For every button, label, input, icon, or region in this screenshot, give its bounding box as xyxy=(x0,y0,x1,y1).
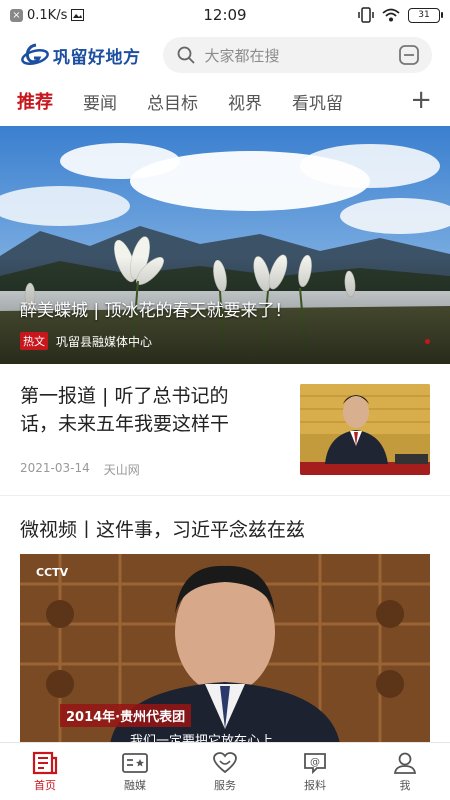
hero-source: 巩留县融媒体中心 xyxy=(56,334,153,349)
video-caption-badge: 2014年·贵州代表团 xyxy=(60,704,192,727)
status-right: 31 xyxy=(358,7,443,23)
article-date: 2021-03-14 xyxy=(20,461,90,475)
nav-service[interactable]: 服务 xyxy=(180,743,270,800)
search-icon xyxy=(177,46,194,64)
app-logo[interactable]: 巩留好地方 xyxy=(20,42,141,68)
video-player[interactable]: CCTV 2014年·贵州代表团 我们一定要把它放在心上 xyxy=(20,554,430,744)
article-title: 第一报道 | 听了总书记的话，未来五年我要这样干 xyxy=(20,385,230,435)
carousel-dot xyxy=(425,339,430,344)
carousel-indicator xyxy=(425,339,430,344)
logo-icon xyxy=(21,43,49,65)
bottom-nav: 首页 融媒 服务 @ 报料 我 xyxy=(0,742,450,800)
nav-media[interactable]: 融媒 xyxy=(90,743,180,800)
status-left: × 0.1K/s xyxy=(10,7,85,23)
user-icon xyxy=(393,752,417,774)
image-notification-icon xyxy=(71,9,85,21)
add-channel-icon[interactable]: + xyxy=(410,86,432,114)
home-news-icon xyxy=(32,751,58,774)
article-thumbnail xyxy=(300,384,430,475)
logo-text: 巩留好地方 xyxy=(53,47,141,68)
nav-home[interactable]: 首页 xyxy=(0,743,90,800)
hero-title: 醉美蝶城 | 顶冰花的春天就要来了！ xyxy=(20,301,292,321)
hero-banner[interactable]: 醉美蝶城 | 顶冰花的春天就要来了！ 热文 巩留县融媒体中心 xyxy=(0,126,450,364)
tab-recommend[interactable]: 推荐 xyxy=(17,88,53,114)
hot-tag-badge: 热文 xyxy=(20,332,48,350)
nav-me[interactable]: 我 xyxy=(360,743,450,800)
notification-close-icon: × xyxy=(10,8,23,22)
battery-icon: 31 xyxy=(408,7,443,23)
search-bar[interactable]: 大家都在搜 xyxy=(162,37,432,73)
hero-image xyxy=(0,126,450,364)
nav-home-label: 首页 xyxy=(34,778,56,792)
scan-icon[interactable] xyxy=(398,44,420,66)
cctv-logo: CCTV xyxy=(36,566,69,579)
tab-general-goal[interactable]: 总目标 xyxy=(147,89,198,114)
nav-me-label: 我 xyxy=(399,778,411,792)
search-placeholder: 大家都在搜 xyxy=(204,46,280,65)
network-speed: 0.1K/s xyxy=(27,7,68,23)
nav-report-label: 报料 xyxy=(304,778,326,792)
tab-vision[interactable]: 视界 xyxy=(228,89,262,114)
tab-gongliu[interactable]: 看巩留 xyxy=(292,89,343,114)
tab-headlines[interactable]: 要闻 xyxy=(83,89,117,114)
svg-text:@: @ xyxy=(310,757,320,768)
article-meta: 2021-03-14 天山网 xyxy=(20,461,140,478)
article-source: 天山网 xyxy=(103,463,140,477)
wifi-icon xyxy=(382,8,400,22)
heart-service-icon xyxy=(213,751,237,773)
report-icon: @ xyxy=(304,752,326,774)
app-header: 巩留好地方 大家都在搜 xyxy=(0,34,450,76)
vibrate-icon xyxy=(358,7,374,23)
nav-service-label: 服务 xyxy=(214,778,236,792)
video-article-title: 微视频丨这件事，习近平念兹在兹 xyxy=(20,519,306,541)
news-list-item[interactable]: 第一报道 | 听了总书记的话，未来五年我要这样干 2021-03-14 天山网 xyxy=(0,364,450,496)
hero-meta: 热文 巩留县融媒体中心 xyxy=(20,332,152,350)
media-icon xyxy=(122,752,148,773)
nav-media-label: 融媒 xyxy=(124,778,146,792)
channel-tabs: 推荐 要闻 总目标 视界 看巩留 + xyxy=(0,80,450,122)
nav-report[interactable]: @ 报料 xyxy=(270,743,360,800)
status-bar: × 0.1K/s 12:09 31 xyxy=(0,0,450,30)
